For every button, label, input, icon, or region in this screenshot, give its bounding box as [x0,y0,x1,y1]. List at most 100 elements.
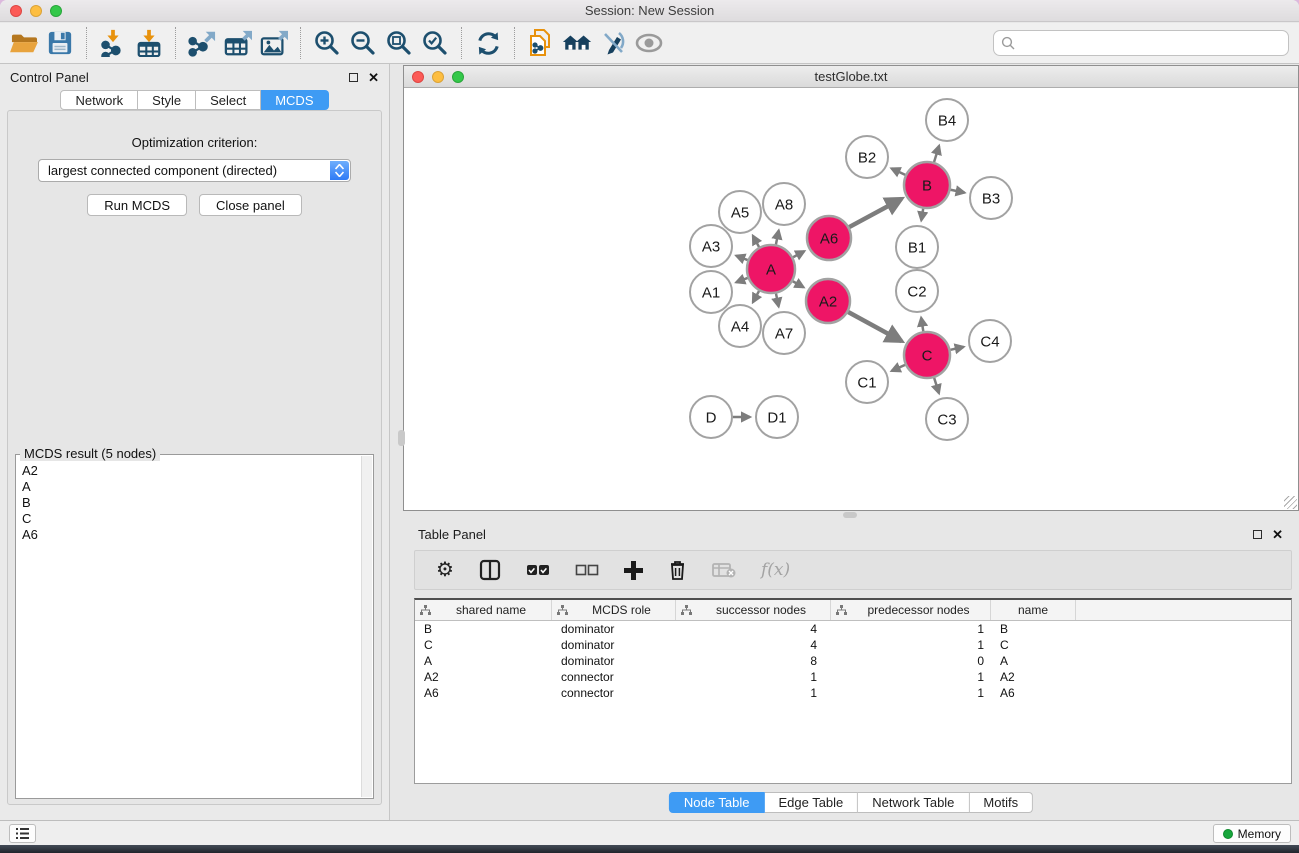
graph-edge[interactable] [849,199,901,227]
window-resize-grip[interactable] [1284,496,1297,509]
table-cell[interactable]: 1 [676,670,831,684]
memory-button[interactable]: Memory [1213,824,1291,843]
graph-node-A8[interactable]: A8 [763,183,805,225]
zoom-out-button[interactable] [345,27,381,59]
graph-edge[interactable] [950,347,963,350]
graph-edge[interactable] [921,209,923,221]
network-canvas[interactable]: AA1A2A3A4A5A6A7A8BB1B2B3B4CC1C2C3C4DD1 [404,88,1298,510]
table-cell[interactable]: A [991,654,1076,668]
graph-node-D[interactable]: D [690,396,732,438]
table-cell[interactable]: A6 [991,686,1076,700]
table-cell[interactable]: A2 [991,670,1076,684]
vertical-scrollbar-thumb[interactable] [398,430,405,446]
graph-node-A6[interactable]: A6 [807,216,851,260]
run-mcds-button[interactable]: Run MCDS [87,194,187,216]
graph-edge[interactable] [776,230,779,244]
graph-node-B1[interactable]: B1 [896,226,938,268]
table-cell[interactable]: 1 [831,670,991,684]
mcds-result-item[interactable]: A6 [22,527,361,543]
graph-edge[interactable] [934,378,939,393]
table-cell[interactable]: B [415,622,552,636]
table-cell[interactable]: 4 [676,638,831,652]
graph-edge[interactable] [921,318,923,332]
delete-table-button[interactable] [712,562,736,578]
create-column-button[interactable] [624,561,643,580]
mcds-result-item[interactable]: B [22,495,361,511]
table-cell[interactable]: connector [552,670,676,684]
graph-node-A[interactable]: A [747,245,795,293]
graph-node-B4[interactable]: B4 [926,99,968,141]
graph-node-B2[interactable]: B2 [846,136,888,178]
graph-edge[interactable] [793,281,804,287]
table-cell[interactable]: 1 [831,622,991,636]
task-history-button[interactable] [9,824,36,843]
table-row[interactable]: Cdominator41C [415,637,1291,653]
graph-node-B[interactable]: B [904,162,950,208]
show-columns-button[interactable] [479,559,501,581]
column-header-predecessor-nodes[interactable]: predecessor nodes [831,600,991,620]
graph-node-A4[interactable]: A4 [719,305,761,347]
graph-edge[interactable] [934,146,939,162]
table-row[interactable]: A2connector11A2 [415,669,1291,685]
tab-select[interactable]: Select [196,90,261,110]
mcds-result-item[interactable]: C [22,511,361,527]
graph-node-C[interactable]: C [904,332,950,378]
table-cell[interactable]: dominator [552,638,676,652]
graph-edge[interactable] [793,251,804,257]
select-all-button[interactable] [526,564,550,576]
zoom-in-button[interactable] [309,27,345,59]
table-cell[interactable]: A2 [415,670,552,684]
graph-edge[interactable] [753,236,759,247]
import-table-button[interactable] [131,27,167,59]
graph-node-A2[interactable]: A2 [806,279,850,323]
graph-node-A5[interactable]: A5 [719,191,761,233]
network-from-selection-button[interactable] [523,27,559,59]
tab-edge-table[interactable]: Edge Table [764,792,858,813]
table-row[interactable]: A6connector11A6 [415,685,1291,701]
graph-edge[interactable] [736,278,747,282]
table-cell[interactable]: 8 [676,654,831,668]
function-builder-button[interactable]: f(x) [761,560,790,580]
save-session-button[interactable] [42,27,78,59]
delete-column-button[interactable] [668,559,687,581]
close-panel-button[interactable]: ✕ [368,73,379,82]
table-cell[interactable]: dominator [552,654,676,668]
table-cell[interactable]: 1 [831,638,991,652]
column-header-name[interactable]: name [991,600,1076,620]
import-network-button[interactable] [95,27,131,59]
graph-node-A3[interactable]: A3 [690,225,732,267]
float-table-panel-button[interactable] [1253,530,1262,539]
tab-style[interactable]: Style [138,90,196,110]
graph-node-A7[interactable]: A7 [763,312,805,354]
export-image-button[interactable] [256,27,292,59]
column-header-successor-nodes[interactable]: successor nodes [676,600,831,620]
horizontal-scrollbar-thumb[interactable] [843,512,857,518]
refresh-network-button[interactable] [470,27,506,59]
mcds-result-item[interactable]: A2 [22,463,361,479]
close-panel-action-button[interactable]: Close panel [199,194,302,216]
graph-edge[interactable] [753,291,759,302]
graph-node-C2[interactable]: C2 [896,270,938,312]
graph-node-A1[interactable]: A1 [690,271,732,313]
show-hide-button[interactable] [631,27,667,59]
table-cell[interactable]: A6 [415,686,552,700]
graph-node-D1[interactable]: D1 [756,396,798,438]
table-cell[interactable]: B [991,622,1076,636]
open-session-button[interactable] [6,27,42,59]
column-header-mcds-role[interactable]: MCDS role [552,600,676,620]
export-network-button[interactable] [184,27,220,59]
table-cell[interactable]: 4 [676,622,831,636]
tab-node-table[interactable]: Node Table [669,792,765,813]
zoom-fit-button[interactable] [381,27,417,59]
tab-motifs[interactable]: Motifs [969,792,1033,813]
graph-node-C1[interactable]: C1 [846,361,888,403]
graph-edge[interactable] [891,168,905,174]
graph-node-C3[interactable]: C3 [926,398,968,440]
table-cell[interactable]: 1 [831,686,991,700]
graph-edge[interactable] [892,365,905,371]
search-input[interactable] [993,30,1289,56]
tab-network[interactable]: Network [60,90,138,110]
graph-node-B3[interactable]: B3 [970,177,1012,219]
table-cell[interactable]: 1 [676,686,831,700]
table-cell[interactable]: C [991,638,1076,652]
